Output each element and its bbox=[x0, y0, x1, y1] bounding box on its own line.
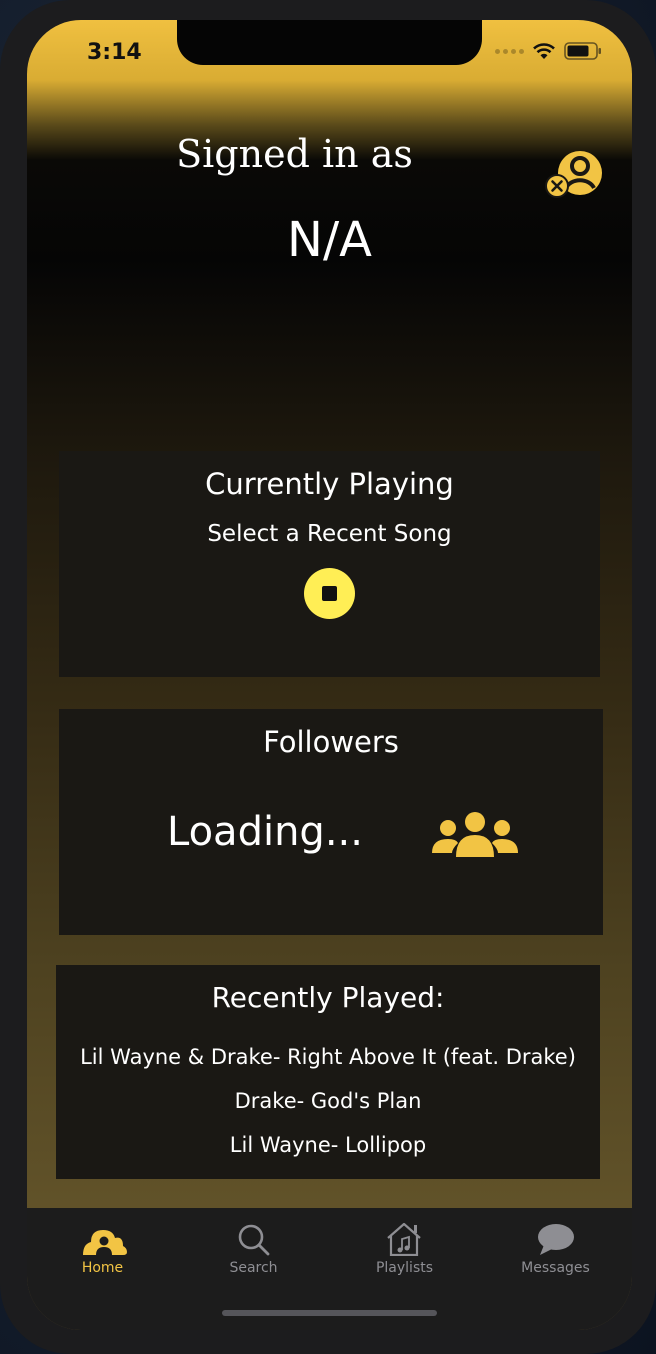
app-screen: 3:14 Signed in as N/A Currently Playing … bbox=[27, 20, 632, 1330]
recent-track-item[interactable]: Lil Wayne- Lollipop bbox=[56, 1133, 600, 1157]
tab-home[interactable]: Home bbox=[27, 1208, 178, 1288]
chat-bubble-icon bbox=[538, 1224, 574, 1255]
currently-playing-card: Currently Playing Select a Recent Song bbox=[59, 451, 600, 677]
username-value: N/A bbox=[287, 212, 372, 268]
tab-search-label: Search bbox=[229, 1260, 278, 1276]
device-notch bbox=[177, 20, 482, 65]
signed-in-label: Signed in as bbox=[176, 132, 413, 176]
recent-track-item[interactable]: Drake- God's Plan bbox=[56, 1089, 600, 1113]
playlist-house-icon bbox=[387, 1222, 421, 1256]
sign-out-button[interactable] bbox=[545, 148, 603, 203]
recently-played-card: Recently Played: Lil Wayne & Drake- Righ… bbox=[56, 965, 600, 1179]
status-time: 3:14 bbox=[87, 40, 142, 65]
battery-icon bbox=[564, 42, 601, 60]
tab-playlists-label: Playlists bbox=[375, 1260, 434, 1276]
wifi-icon bbox=[533, 43, 555, 59]
user-group-icon bbox=[432, 812, 518, 857]
tab-playlists[interactable]: Playlists bbox=[329, 1208, 480, 1288]
tab-home-label: Home bbox=[81, 1260, 124, 1276]
currently-playing-heading: Currently Playing bbox=[205, 467, 454, 501]
status-icons bbox=[495, 42, 602, 60]
currently-playing-subtitle: Select a Recent Song bbox=[207, 521, 452, 547]
followers-card: Followers Loading... bbox=[59, 709, 603, 935]
stop-button[interactable] bbox=[304, 568, 355, 619]
tab-messages[interactable]: Messages bbox=[480, 1208, 631, 1288]
tab-search[interactable]: Search bbox=[178, 1208, 329, 1288]
cellular-signal-icon bbox=[495, 48, 524, 54]
home-cloud-icon bbox=[83, 1230, 127, 1255]
home-indicator[interactable] bbox=[222, 1310, 437, 1316]
tab-messages-label: Messages bbox=[521, 1260, 590, 1276]
search-icon bbox=[238, 1224, 270, 1256]
followers-count: Loading... bbox=[167, 809, 363, 855]
recent-track-item[interactable]: Lil Wayne & Drake- Right Above It (feat.… bbox=[56, 1045, 600, 1069]
recently-played-heading: Recently Played: bbox=[211, 981, 445, 1014]
stop-icon bbox=[322, 586, 337, 601]
followers-heading: Followers bbox=[263, 725, 399, 759]
user-remove-icon bbox=[545, 151, 602, 198]
device-frame: 3:14 Signed in as N/A Currently Playing … bbox=[0, 0, 656, 1354]
